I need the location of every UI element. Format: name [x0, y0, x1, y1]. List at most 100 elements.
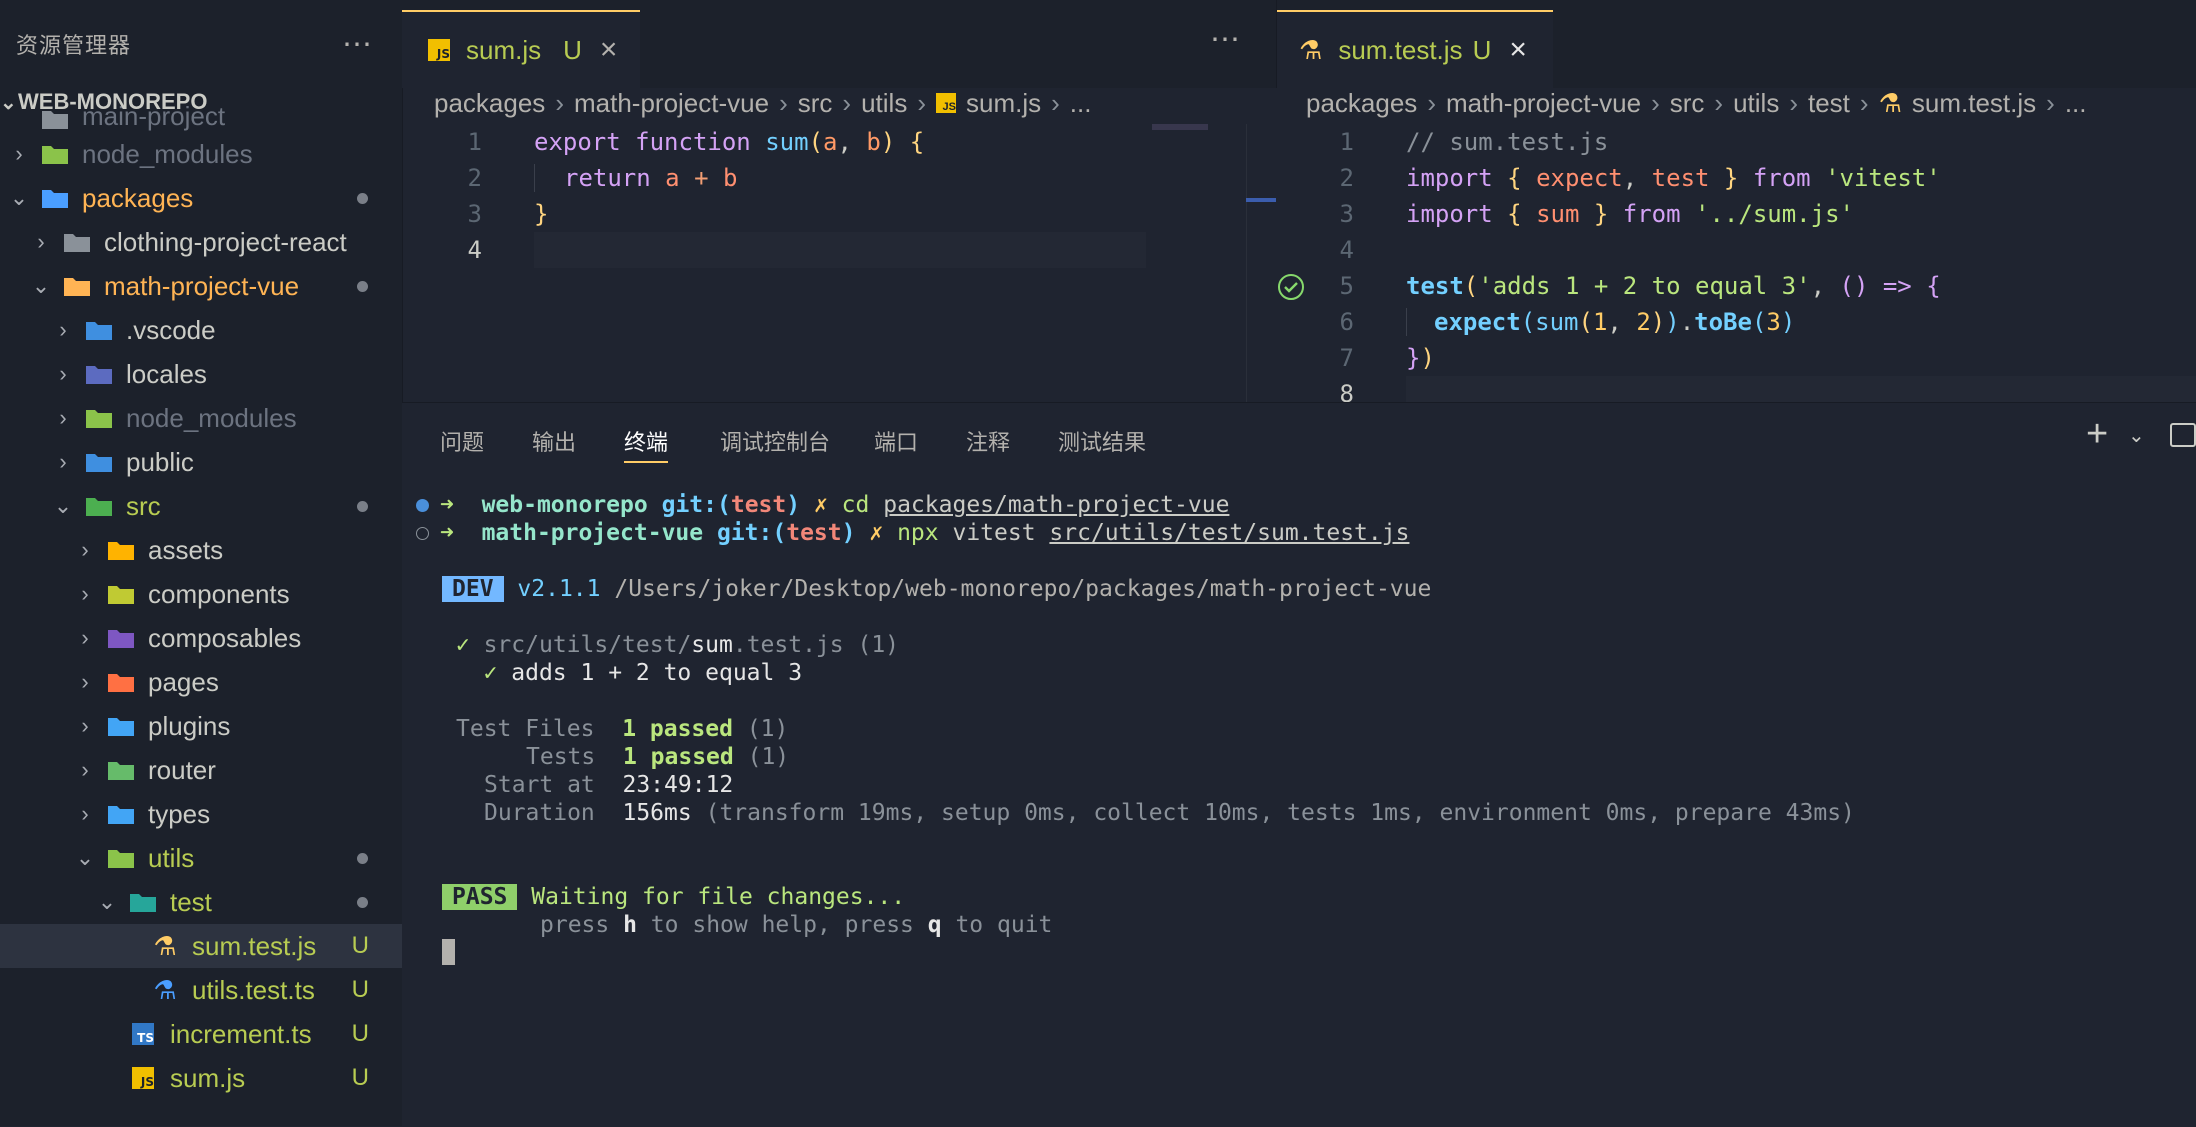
- chevron-down-icon[interactable]: ⌄: [2128, 423, 2145, 448]
- chevron-right-icon: ›: [1651, 87, 1660, 118]
- tree-item[interactable]: › public: [0, 440, 402, 484]
- locales-folder-icon: [84, 361, 114, 387]
- utils-folder-icon: [106, 845, 136, 871]
- breadcrumb-item[interactable]: ...: [1070, 88, 1092, 119]
- tree-item[interactable]: › locales: [0, 352, 402, 396]
- panel-tab[interactable]: 测试结果: [1058, 425, 1146, 457]
- tree-item-label: test: [170, 886, 212, 917]
- tree-item-label: components: [148, 578, 290, 609]
- tree-item[interactable]: › types: [0, 792, 402, 836]
- more-actions-icon[interactable]: ⋯: [1210, 22, 1240, 57]
- tree-item[interactable]: › assets: [0, 528, 402, 572]
- panel-tab[interactable]: 输出: [532, 425, 576, 457]
- modified-dot: [357, 193, 368, 204]
- panel-tab[interactable]: 调试控制台: [720, 425, 830, 457]
- panel-tab[interactable]: 终端: [624, 425, 669, 463]
- dev-badge: DEV: [442, 576, 504, 602]
- modified-dot: [357, 281, 368, 292]
- tree-item[interactable]: ⚗ utils.test.ts U: [0, 968, 402, 1012]
- terminal-line: Duration 156ms (transform 19ms, setup 0m…: [484, 800, 1855, 826]
- tree-item[interactable]: › node_modules: [0, 132, 402, 176]
- explorer-sidebar: 资源管理器 ⋯ main-project › node_modules ⌄ packag…: [0, 0, 403, 1126]
- code-editor-left[interactable]: 1 export function sum(a, b) { 2 return a +…: [402, 124, 1252, 402]
- code-editor-right[interactable]: 1// sum.test.js 2 import { expect, test }…: [1276, 124, 2196, 402]
- current-line-highlight: [1406, 376, 2196, 402]
- chevron-right-icon: ›: [81, 757, 89, 782]
- scrollbar[interactable]: [1246, 124, 1277, 402]
- tab-status: U: [563, 34, 582, 65]
- breadcrumb-item[interactable]: ...: [2065, 88, 2087, 119]
- add-terminal-button[interactable]: +: [2086, 413, 2108, 456]
- tree-item-label: utils: [148, 842, 195, 873]
- panel-tab[interactable]: 注释: [966, 425, 1010, 457]
- code-line: 5 test('adds 1 + 2 to equal 3', () => {: [1276, 268, 1941, 304]
- chevron-right-icon: ›: [1051, 87, 1060, 118]
- panel-tab[interactable]: 问题: [440, 425, 484, 457]
- breadcrumb-item[interactable]: utils: [1733, 88, 1779, 119]
- terminal-line: Tests 1 passed (1): [526, 744, 790, 770]
- breadcrumb-item[interactable]: packages: [1306, 88, 1417, 119]
- breadcrumb-item[interactable]: packages: [434, 88, 545, 119]
- breadcrumb-item[interactable]: sum.js: [966, 88, 1041, 119]
- tree-item-label: plugins: [148, 710, 231, 741]
- terminal[interactable]: ➜ web-monorepo git:(test) ✗ cd packages/…: [402, 485, 2196, 1127]
- tree-item[interactable]: ⌄ utils: [0, 836, 402, 880]
- tree-item[interactable]: ⌄ src: [0, 484, 402, 528]
- tree-item-label: src: [126, 490, 161, 521]
- tree-item[interactable]: › router: [0, 748, 402, 792]
- tree-item[interactable]: ⚗ sum.test.js U: [0, 924, 402, 968]
- line-number: 3: [467, 200, 482, 228]
- breadcrumb-item[interactable]: sum.test.js: [1912, 88, 2036, 119]
- js-file-icon: JS: [428, 39, 450, 61]
- breadcrumb: packages › math-project-vue › src › utils › test…: [1306, 88, 2087, 118]
- git-status-badge: U: [351, 976, 369, 1003]
- tree-item-label: packages: [82, 182, 194, 213]
- tree-item[interactable]: ⌄ test: [0, 880, 402, 924]
- git-status-badge: U: [351, 1064, 369, 1091]
- line-number: 4: [1339, 236, 1354, 264]
- folder-open-icon: [62, 273, 92, 299]
- chevron-right-icon: ›: [917, 87, 926, 118]
- terminal-cursor: [442, 939, 455, 965]
- modified-dot: [357, 501, 368, 512]
- chevron-right-icon: ›: [2046, 87, 2055, 118]
- tree-item-label: composables: [148, 622, 302, 653]
- tree-item[interactable]: › pages: [0, 660, 402, 704]
- tree-item[interactable]: › components: [0, 572, 402, 616]
- tree-item[interactable]: › .vscode: [0, 308, 402, 352]
- code-line: 4: [1276, 232, 1354, 268]
- tree-item[interactable]: ⌄ packages: [0, 176, 402, 220]
- breadcrumb-item[interactable]: utils: [861, 88, 907, 119]
- minimap[interactable]: [1152, 124, 1208, 130]
- terminal-line: PASS Waiting for file changes...: [442, 883, 905, 911]
- terminal-icon[interactable]: [2170, 423, 2196, 447]
- close-icon[interactable]: ×: [1509, 33, 1527, 67]
- test-passed-icon[interactable]: [1276, 272, 1306, 302]
- breadcrumb-item[interactable]: src: [1670, 88, 1705, 119]
- tree-item[interactable]: TS increment.ts U: [0, 1012, 402, 1056]
- tree-item[interactable]: › plugins: [0, 704, 402, 748]
- node-folder-icon: [40, 141, 70, 167]
- code-line: 6 expect(sum(1, 2)).toBe(3): [1276, 304, 1795, 340]
- breadcrumb-item[interactable]: test: [1808, 88, 1850, 119]
- tab-sum-test-js[interactable]: ⚗ sum.test.js U ×: [1277, 10, 1553, 88]
- more-actions-icon[interactable]: ⋯: [342, 27, 372, 62]
- breadcrumb-item[interactable]: math-project-vue: [574, 88, 769, 119]
- chevron-right-icon: ›: [1714, 87, 1724, 118]
- tree-item[interactable]: ⌄ math-project-vue: [0, 264, 402, 308]
- chevron-right-icon: ›: [842, 87, 852, 118]
- chevron-right-icon: ›: [81, 537, 89, 562]
- tree-item[interactable]: › composables: [0, 616, 402, 660]
- modified-dot: [357, 853, 368, 864]
- workspace-header[interactable]: ⌄ WEB-MONOREPO: [0, 88, 402, 116]
- tree-item[interactable]: › node_modules: [0, 396, 402, 440]
- tree-item[interactable]: JS sum.js U: [0, 1056, 402, 1100]
- breadcrumb-item[interactable]: src: [798, 88, 833, 119]
- panel-tab[interactable]: 端口: [874, 425, 918, 457]
- close-icon[interactable]: ×: [600, 33, 618, 67]
- chevron-right-icon: ›: [37, 229, 45, 254]
- tree-item[interactable]: › clothing-project-react: [0, 220, 402, 264]
- tab-sum-js[interactable]: JS sum.js U ×: [402, 10, 640, 88]
- code-line: 2 import { expect, test } from 'vitest': [1276, 160, 1941, 196]
- breadcrumb-item[interactable]: math-project-vue: [1446, 88, 1641, 119]
